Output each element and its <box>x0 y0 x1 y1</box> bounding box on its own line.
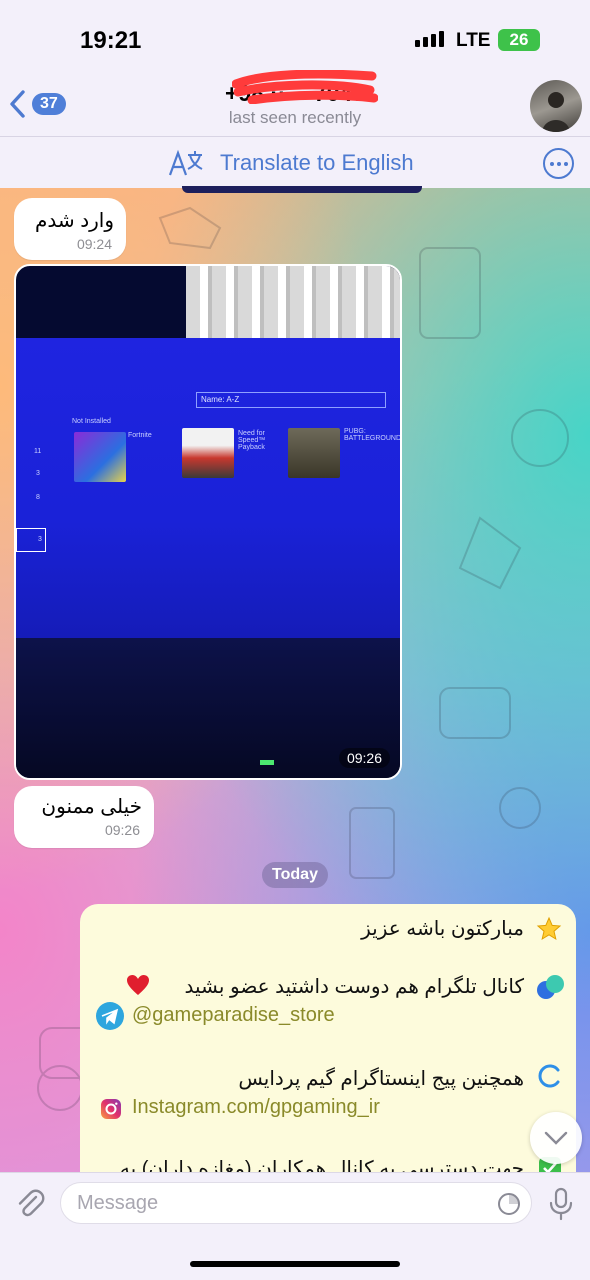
battery-icon: 26 <box>498 29 540 51</box>
photo-message[interactable]: Name: A-Z Not Installed 11 3 8 3 Fortnit… <box>14 264 402 780</box>
game-title: Fortnite <box>128 432 152 439</box>
ps-row-label: 11 <box>34 448 42 455</box>
chevron-down-icon <box>544 1131 568 1145</box>
message-input-bar <box>0 1172 590 1280</box>
more-options-button[interactable] <box>543 148 574 179</box>
message-field[interactable] <box>60 1182 532 1224</box>
message-bubble[interactable]: خیلی ممنون 09:26 <box>14 786 154 848</box>
ps-row-label: 8 <box>36 494 40 501</box>
bubble-icon <box>537 975 564 999</box>
translate-bar: Translate to English <box>0 136 590 188</box>
game-title: Need for Speed™ Payback <box>238 430 266 451</box>
message-bubble[interactable]: مبارکتون باشه عزیز کانال تلگرام هم دوست … <box>80 904 576 1204</box>
home-indicator <box>190 1261 400 1267</box>
previous-media-edge <box>182 186 422 193</box>
telegram-icon <box>96 1002 124 1030</box>
chat-header: 37 +98 ·· ·· 7043 last seen recently <box>0 70 590 136</box>
instagram-icon <box>101 1099 121 1119</box>
message-input[interactable] <box>77 1192 477 1215</box>
message-time: 09:24 <box>76 236 112 252</box>
last-seen-status: last seen recently <box>228 108 362 127</box>
instagram-link[interactable]: Instagram.com/gpgaming_ir <box>132 1096 380 1119</box>
translate-button[interactable]: Translate to English <box>220 150 414 176</box>
sticker-icon[interactable] <box>497 1192 521 1216</box>
translate-icon <box>168 149 203 176</box>
message-text: وارد شدم <box>35 210 114 232</box>
status-time: 19:21 <box>80 27 142 54</box>
photo-tv-screen: Name: A-Z Not Installed 11 3 8 3 Fortnit… <box>16 338 402 638</box>
message-time: 09:26 <box>104 822 140 838</box>
ps-row-label: 3 <box>38 536 42 543</box>
redaction-scribble <box>232 70 378 104</box>
date-separator: Today <box>262 862 328 888</box>
game-tile-need-for-speed <box>182 428 234 478</box>
network-type: LTE <box>456 30 491 51</box>
microphone-icon[interactable] <box>548 1187 574 1221</box>
photo-ceiling <box>186 266 400 338</box>
message-line: کانال تلگرام هم دوست داشتید عضو بشید <box>184 976 524 998</box>
battery-level: 26 <box>509 30 529 49</box>
telegram-channel-link[interactable]: @gameparadise_store <box>132 1004 335 1027</box>
message-bubble[interactable]: وارد شدم 09:24 <box>14 198 126 260</box>
loading-ring-icon <box>538 1064 560 1088</box>
avatar[interactable] <box>530 80 582 132</box>
attach-icon[interactable] <box>14 1187 46 1219</box>
ps-row-label: 3 <box>36 470 40 477</box>
star-icon <box>536 916 562 941</box>
tv-led <box>260 760 274 765</box>
scroll-down-button[interactable] <box>530 1112 582 1164</box>
message-line: همچنین پیج اینستاگرام گیم پردایس <box>238 1068 524 1090</box>
game-tile-pubg <box>288 428 340 478</box>
game-title: PUBG: BATTLEGROUNDS <box>344 428 402 442</box>
heart-icon <box>127 975 149 995</box>
message-text: خیلی ممنون <box>41 796 142 818</box>
game-tile-fortnite <box>74 432 126 482</box>
signal-icon <box>415 31 444 47</box>
message-line: مبارکتون باشه عزیز <box>361 918 524 940</box>
ps-not-installed: Not Installed <box>72 418 111 425</box>
photo-time: 09:26 <box>338 748 390 768</box>
ps-sort-dropdown: Name: A-Z <box>196 392 386 408</box>
status-bar: 19:21 LTE 26 <box>0 0 590 80</box>
